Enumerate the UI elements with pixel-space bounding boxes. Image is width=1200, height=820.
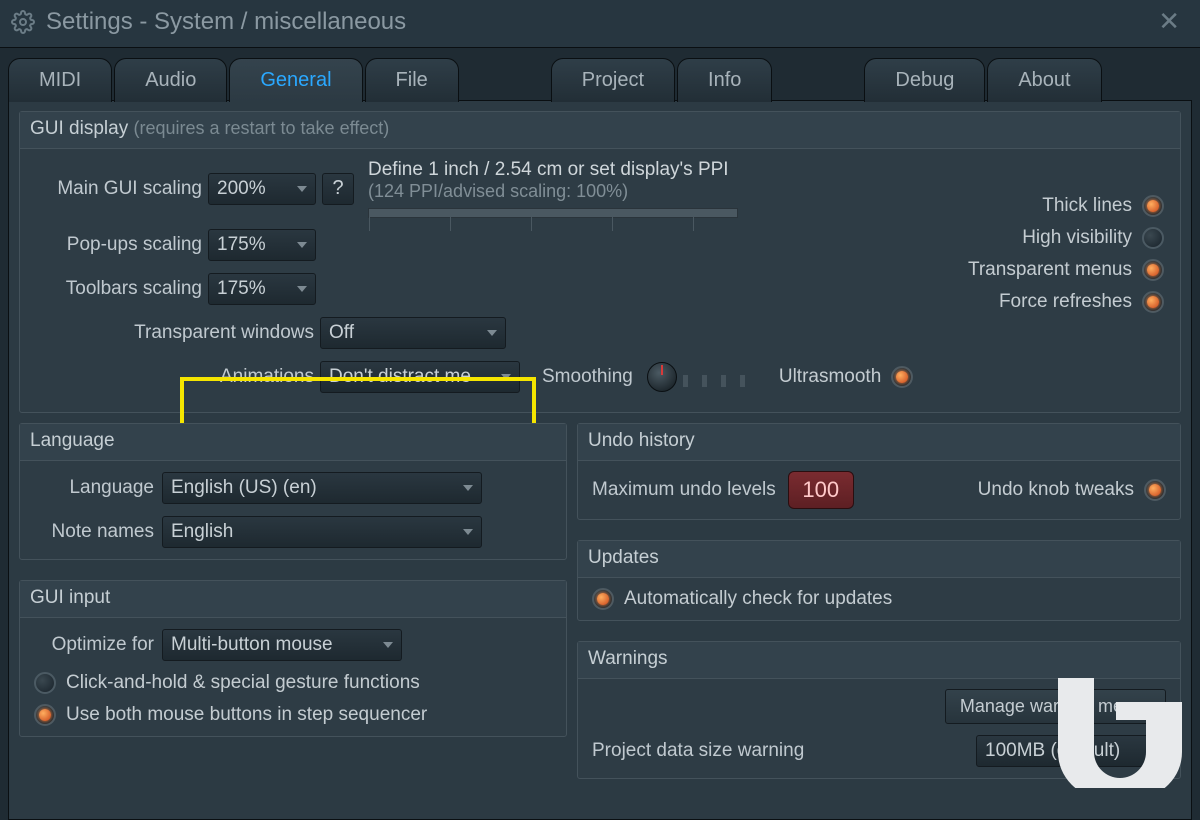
ppi-slider[interactable] xyxy=(368,208,738,218)
close-icon[interactable]: ✕ xyxy=(1150,6,1188,37)
warnings-title: Warnings xyxy=(588,648,668,669)
tabs-bar: MIDI Audio General File Project Info Deb… xyxy=(0,48,1200,100)
tab-audio[interactable]: Audio xyxy=(114,58,227,102)
note-names-label: Note names xyxy=(34,521,154,543)
group-gui-input: GUI input Optimize for Multi-button mous… xyxy=(19,580,567,737)
language-label: Language xyxy=(34,477,154,499)
gui-display-title: GUI display xyxy=(30,118,128,139)
smoothing-knob[interactable] xyxy=(647,362,677,392)
thick-lines-radio[interactable] xyxy=(1142,195,1164,217)
language-title: Language xyxy=(30,430,115,451)
updates-title: Updates xyxy=(588,547,659,568)
group-gui-display: GUI display (requires a restart to take … xyxy=(19,111,1181,413)
smoothing-label: Smoothing xyxy=(542,366,633,388)
auto-check-radio[interactable] xyxy=(592,588,614,610)
ppi-heading: Define 1 inch / 2.54 cm or set display's… xyxy=(368,159,738,181)
popups-scaling-label: Pop-ups scaling xyxy=(34,234,202,256)
group-updates: Updates Automatically check for updates xyxy=(577,540,1181,621)
undo-knob-tweaks-label: Undo knob tweaks xyxy=(978,479,1134,501)
tab-info[interactable]: Info xyxy=(677,58,772,102)
smoothing-ticks xyxy=(683,367,745,387)
help-button[interactable]: ? xyxy=(322,173,354,205)
gui-input-title: GUI input xyxy=(30,587,110,608)
gui-display-hint: (requires a restart to take effect) xyxy=(133,118,389,138)
ppi-hint: (124 PPI/advised scaling: 100%) xyxy=(368,181,738,202)
tab-general[interactable]: General xyxy=(229,58,362,102)
data-size-label: Project data size warning xyxy=(592,740,804,762)
main-scaling-label: Main GUI scaling xyxy=(34,178,202,200)
use-both-label: Use both mouse buttons in step sequencer xyxy=(66,704,427,726)
undo-title: Undo history xyxy=(588,430,695,451)
content-area: GUI display (requires a restart to take … xyxy=(8,100,1192,820)
toolbars-scaling-label: Toolbars scaling xyxy=(34,278,202,300)
ultrasmooth-label: Ultrasmooth xyxy=(779,366,881,388)
ultrasmooth-radio[interactable] xyxy=(891,366,913,388)
animations-dropdown[interactable]: Don't distract me xyxy=(320,361,520,393)
tab-about[interactable]: About xyxy=(987,58,1101,102)
transparent-windows-label: Transparent windows xyxy=(34,322,314,344)
high-visibility-label: High visibility xyxy=(1022,227,1132,249)
click-hold-label: Click-and-hold & special gesture functio… xyxy=(66,672,420,694)
window-title: Settings - System / miscellaneous xyxy=(46,8,406,36)
force-refreshes-radio[interactable] xyxy=(1142,291,1164,313)
titlebar: Settings - System / miscellaneous ✕ xyxy=(0,0,1200,48)
tab-midi[interactable]: MIDI xyxy=(8,58,112,102)
watermark-logo xyxy=(1048,668,1188,788)
tab-project[interactable]: Project xyxy=(551,58,675,102)
language-dropdown[interactable]: English (US) (en) xyxy=(162,472,482,504)
right-options: Thick lines High visibility Transparent … xyxy=(968,195,1164,313)
undo-knob-tweaks-radio[interactable] xyxy=(1144,479,1166,501)
transparent-menus-label: Transparent menus xyxy=(968,259,1132,281)
tab-debug[interactable]: Debug xyxy=(864,58,985,102)
optimize-for-dropdown[interactable]: Multi-button mouse xyxy=(162,629,402,661)
use-both-radio[interactable] xyxy=(34,704,56,726)
force-refreshes-label: Force refreshes xyxy=(999,291,1132,313)
tab-file[interactable]: File xyxy=(365,58,459,102)
high-visibility-radio[interactable] xyxy=(1142,227,1164,249)
animations-label: Animations xyxy=(34,366,314,388)
group-undo: Undo history Maximum undo levels 100 Und… xyxy=(577,423,1181,520)
transparent-menus-radio[interactable] xyxy=(1142,259,1164,281)
max-undo-value[interactable]: 100 xyxy=(788,471,854,509)
click-hold-radio[interactable] xyxy=(34,672,56,694)
auto-check-label: Automatically check for updates xyxy=(624,588,892,610)
gear-icon xyxy=(10,9,36,35)
popups-scaling-dropdown[interactable]: 175% xyxy=(208,229,316,261)
toolbars-scaling-dropdown[interactable]: 175% xyxy=(208,273,316,305)
main-scaling-dropdown[interactable]: 200% xyxy=(208,173,316,205)
group-language: Language Language English (US) (en) Note… xyxy=(19,423,567,560)
thick-lines-label: Thick lines xyxy=(1042,195,1132,217)
note-names-dropdown[interactable]: English xyxy=(162,516,482,548)
optimize-for-label: Optimize for xyxy=(34,634,154,656)
transparent-windows-dropdown[interactable]: Off xyxy=(320,317,506,349)
max-undo-label: Maximum undo levels xyxy=(592,479,776,501)
